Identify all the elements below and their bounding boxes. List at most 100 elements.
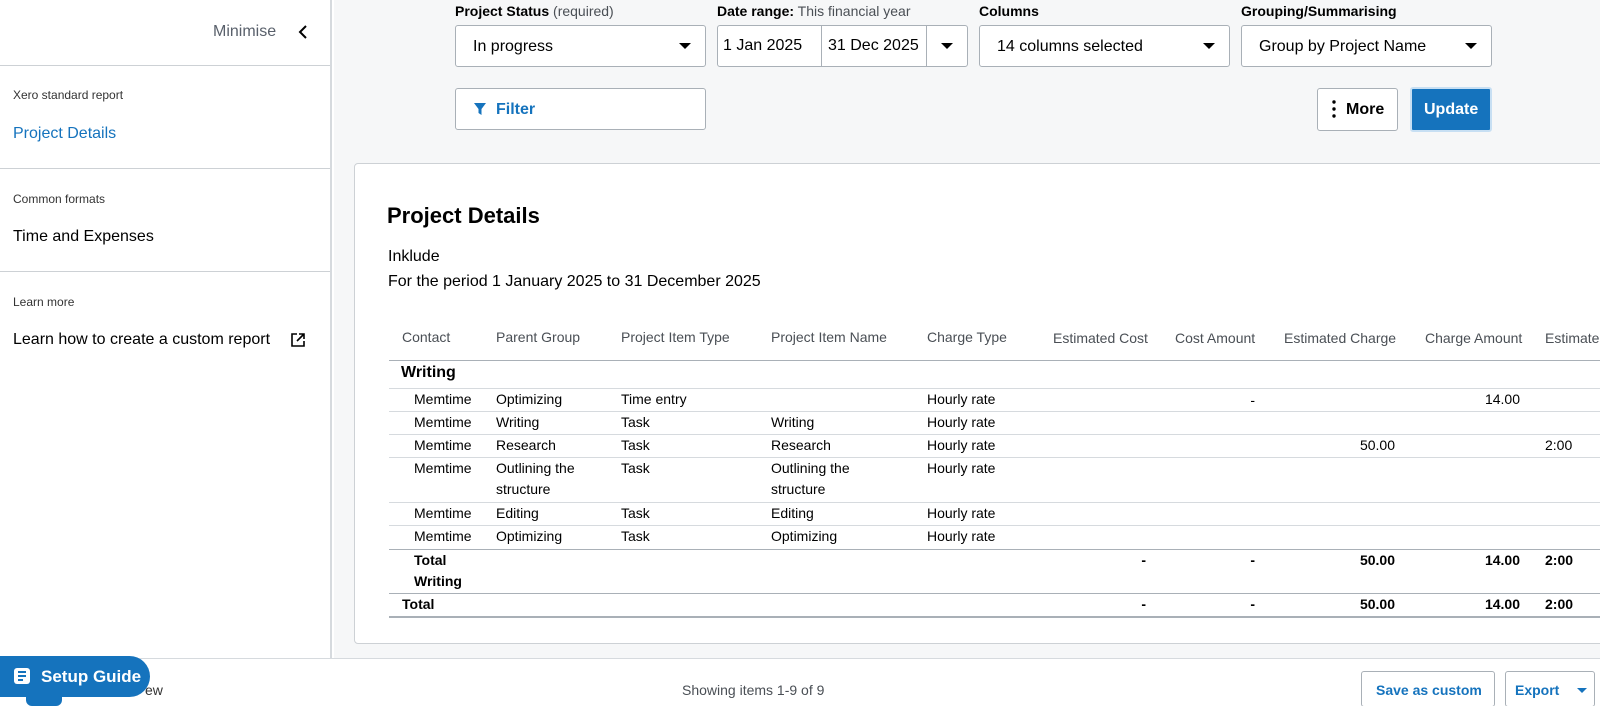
cell-type: Task	[621, 460, 650, 476]
sidebar-section-standard: Xero standard report Project Details	[0, 66, 330, 169]
cell-estimated-cost: -	[1141, 596, 1146, 612]
cell-type: Task	[621, 414, 650, 430]
project-status-select[interactable]: In progress	[455, 25, 706, 67]
cell-parent: Writing	[496, 414, 540, 430]
cell-contact: Memtime	[414, 391, 472, 407]
project-status-label: Project Status (required)	[455, 3, 614, 19]
cell-estimated: 2:00	[1545, 552, 1574, 568]
row-divider	[389, 593, 1600, 594]
cell-estimated: 2:00	[1545, 437, 1573, 453]
more-vertical-icon	[1332, 100, 1336, 118]
minimise-label: Minimise	[213, 23, 277, 40]
cell-contact: Memtime	[414, 528, 472, 544]
export-button[interactable]: Export	[1505, 671, 1595, 706]
cell-type: Task	[621, 505, 650, 521]
save-as-custom-button[interactable]: Save as custom	[1361, 671, 1495, 706]
date-range-select[interactable]: 1 Jan 2025 31 Dec 2025	[717, 25, 968, 67]
group-total-label: Total	[414, 552, 447, 568]
cell-estimated: 2:00	[1545, 596, 1574, 612]
column-header[interactable]: Charge Type	[927, 329, 1007, 345]
cell-cost-amount: -	[1250, 392, 1255, 408]
chevron-down-icon[interactable]	[941, 43, 953, 49]
cell-contact: Memtime	[414, 460, 472, 476]
cell-charge-amount: 14.00	[1484, 596, 1520, 612]
chevron-down-icon	[1577, 688, 1587, 693]
cell-parent: Outlining the	[496, 460, 575, 476]
update-button[interactable]: Update	[1410, 87, 1492, 132]
setup-guide-button[interactable]: Setup Guide	[0, 656, 150, 697]
cell-type: Time entry	[621, 391, 687, 407]
sidebar-heading: Common formats	[13, 192, 106, 206]
cell-charge-amount: 14.00	[1484, 391, 1520, 407]
cell-name: Writing	[771, 414, 815, 430]
cell-name: Outlining the	[771, 460, 850, 476]
sidebar-link-project-details[interactable]: Project Details	[13, 125, 116, 143]
cell-parent: Optimizing	[496, 528, 563, 544]
org-name: Inklude	[388, 248, 440, 265]
column-header[interactable]: Parent Group	[496, 329, 580, 345]
pagination-status: Showing items 1-9 of 9	[682, 682, 825, 698]
more-button[interactable]: More	[1317, 88, 1398, 131]
cell-charge-type: Hourly rate	[927, 460, 996, 476]
grouping-select[interactable]: Group by Project Name	[1241, 25, 1492, 67]
cell-parent: Editing	[496, 505, 539, 521]
book-icon	[14, 668, 30, 684]
cell-parent: Optimizing	[496, 391, 563, 407]
minimise-toggle[interactable]: Minimise	[0, 0, 330, 66]
cell-charge-amount: 14.00	[1484, 552, 1520, 568]
cell-name: Research	[771, 437, 831, 453]
date-from-input[interactable]: 1 Jan 2025	[718, 26, 822, 66]
cell-contact: Memtime	[414, 414, 472, 430]
toggle-switch[interactable]	[26, 696, 62, 706]
group-total-label: Writing	[414, 573, 462, 589]
group-title: Writing	[401, 364, 456, 381]
filter-button[interactable]: Filter	[455, 88, 706, 130]
column-header[interactable]: Project Item Name	[771, 329, 887, 345]
grouping-label: Grouping/Summarising	[1241, 3, 1397, 19]
columns-select[interactable]: 14 columns selected	[979, 25, 1230, 67]
report-period: For the period 1 January 2025 to 31 Dece…	[388, 273, 761, 290]
cell-parent: structure	[496, 481, 551, 497]
filter-icon	[474, 103, 486, 115]
cell-estimated-cost: -	[1141, 552, 1146, 568]
chevron-down-icon	[1465, 43, 1477, 49]
cell-charge-type: Hourly rate	[927, 505, 996, 521]
column-header[interactable]: Estimated	[1545, 330, 1600, 346]
column-header[interactable]: Cost Amount	[1175, 330, 1255, 346]
chevron-left-icon	[298, 25, 307, 39]
sidebar-heading: Learn more	[13, 295, 75, 309]
column-header[interactable]: Project Item Type	[621, 329, 730, 345]
cell-charge-type: Hourly rate	[927, 528, 996, 544]
cell-estimated-charge: 50.00	[1359, 437, 1395, 453]
sidebar: Minimise Xero standard report Project De…	[0, 0, 332, 706]
column-header[interactable]: Estimated Cost	[1053, 330, 1148, 346]
cell-charge-type: Hourly rate	[927, 437, 996, 453]
external-link-icon	[291, 333, 305, 347]
cell-estimated-charge: 50.00	[1359, 596, 1395, 612]
chevron-down-icon	[1203, 43, 1215, 49]
column-header[interactable]: Estimated Charge	[1284, 330, 1396, 346]
date-to-input[interactable]: 31 Dec 2025	[823, 26, 927, 66]
column-header[interactable]: Contact	[402, 329, 450, 345]
cell-cost-amount: -	[1250, 552, 1255, 568]
sidebar-heading: Xero standard report	[13, 88, 124, 102]
chevron-down-icon	[679, 43, 691, 49]
column-header[interactable]: Charge Amount	[1425, 330, 1522, 346]
cell-cost-amount: -	[1250, 596, 1255, 612]
cell-contact: Memtime	[414, 437, 472, 453]
sidebar-link-custom-report[interactable]: Learn how to create a custom report	[13, 331, 270, 349]
sidebar-section-learn: Learn more Learn how to create a custom …	[0, 272, 330, 372]
cell-name: Optimizing	[771, 528, 838, 544]
row-divider	[389, 549, 1600, 550]
cell-charge-type: Hourly rate	[927, 391, 996, 407]
cell-name: Editing	[771, 505, 814, 521]
cell-parent: Research	[496, 437, 556, 453]
cell-contact: Memtime	[414, 505, 472, 521]
cell-estimated-charge: 50.00	[1359, 552, 1395, 568]
sidebar-section-common: Common formats Time and Expenses	[0, 169, 330, 272]
date-range-label: Date range: This financial year	[717, 3, 911, 19]
cell-name: structure	[771, 481, 826, 497]
cell-type: Task	[621, 437, 650, 453]
sidebar-link-time-expenses[interactable]: Time and Expenses	[13, 228, 154, 246]
report-title: Project Details	[387, 203, 540, 228]
